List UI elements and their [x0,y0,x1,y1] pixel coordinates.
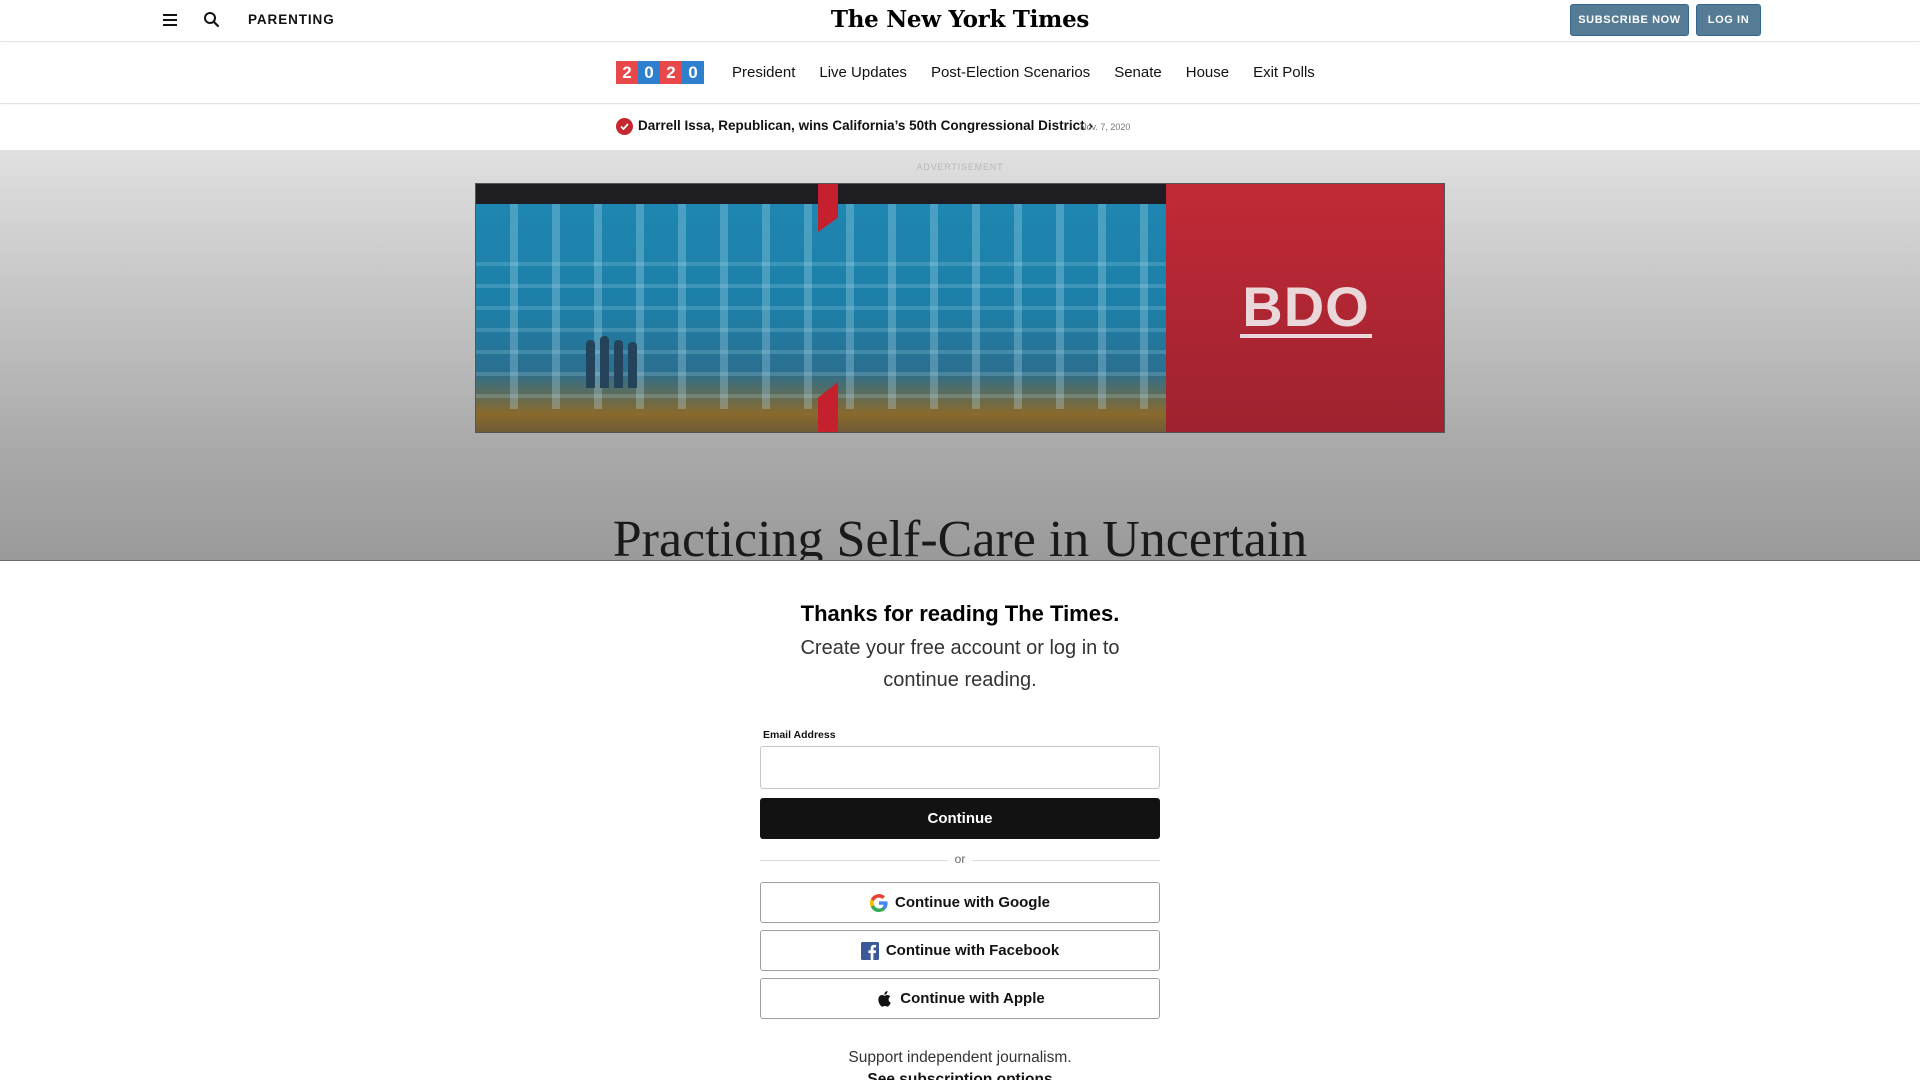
continue-with-google-button[interactable]: Continue with Google [760,882,1160,923]
article-headline: Practicing Self-Care in Uncertain [612,511,1308,561]
hamburger-menu-icon[interactable] [161,12,179,28]
race-result-banner: Darrell Issa, Republican, wins Californi… [0,105,1920,150]
registration-wall: Thanks for reading The Times. Create you… [0,561,1920,1080]
nav-link-post-election-scenarios[interactable]: Post-Election Scenarios [931,64,1090,81]
nav-link-senate[interactable]: Senate [1114,64,1162,81]
or-text: or [954,852,966,866]
support-journalism-text: Support independent journalism. [848,1049,1072,1066]
subscribe-now-button[interactable]: SUBSCRIBE NOW [1570,4,1689,36]
logo-digit: 2 [660,61,682,84]
ad-brand-panel: BDO [1166,184,1444,432]
registration-subtitle: Create your free account or log in to co… [800,637,1120,691]
search-icon[interactable] [202,10,222,30]
nav-link-house[interactable]: House [1186,64,1229,81]
masthead-logo[interactable]: The New York Times [831,6,1089,33]
email-label: Email Address [763,729,836,741]
logo-digit: 2 [616,61,638,84]
nav-link-exit-polls[interactable]: Exit Polls [1253,64,1315,81]
or-divider: or [760,852,1160,868]
race-result-link[interactable]: Darrell Issa, Republican, wins Californi… [638,118,1093,133]
google-icon [870,893,888,912]
facebook-button-label: Continue with Facebook [885,942,1060,959]
logo-digit: 0 [638,61,660,84]
election-nav-links: President Live Updates Post-Election Sce… [732,64,1339,81]
google-button-label: Continue with Google [895,894,1050,911]
section-label[interactable]: PARENTING [248,12,335,27]
checkmark-icon [616,118,633,135]
top-header: PARENTING The New York Times SUBSCRIBE N… [0,0,1920,42]
apple-icon [875,990,893,1008]
nav-link-president[interactable]: President [732,64,795,81]
advertisement-banner[interactable]: BDO [475,183,1445,433]
email-field[interactable] [760,746,1160,789]
apple-button-label: Continue with Apple [900,990,1045,1007]
race-result-date: Nov. 7, 2020 [1080,122,1131,132]
continue-with-facebook-button[interactable]: Continue with Facebook [760,930,1160,971]
subscription-options-link[interactable]: See subscription options [0,1071,1920,1080]
bdo-logo: BDO [1240,275,1372,338]
election-nav-bar: 2 0 2 0 President Live Updates Post-Elec… [0,43,1920,104]
nav-link-live-updates[interactable]: Live Updates [819,64,907,81]
advertisement-label: ADVERTISEMENT [916,162,1004,172]
facebook-icon [860,941,879,960]
logo-digit: 0 [682,61,704,84]
advertisement-region: ADVERTISEMENT BDO [0,150,1920,450]
continue-button[interactable]: Continue [760,798,1160,839]
registration-title: Thanks for reading The Times. [800,601,1120,626]
log-in-button[interactable]: LOG IN [1696,4,1761,36]
continue-with-apple-button[interactable]: Continue with Apple [760,978,1160,1019]
article-header: Practicing Self-Care in Uncertain [0,450,1920,561]
election-2020-logo[interactable]: 2 0 2 0 [616,61,704,84]
